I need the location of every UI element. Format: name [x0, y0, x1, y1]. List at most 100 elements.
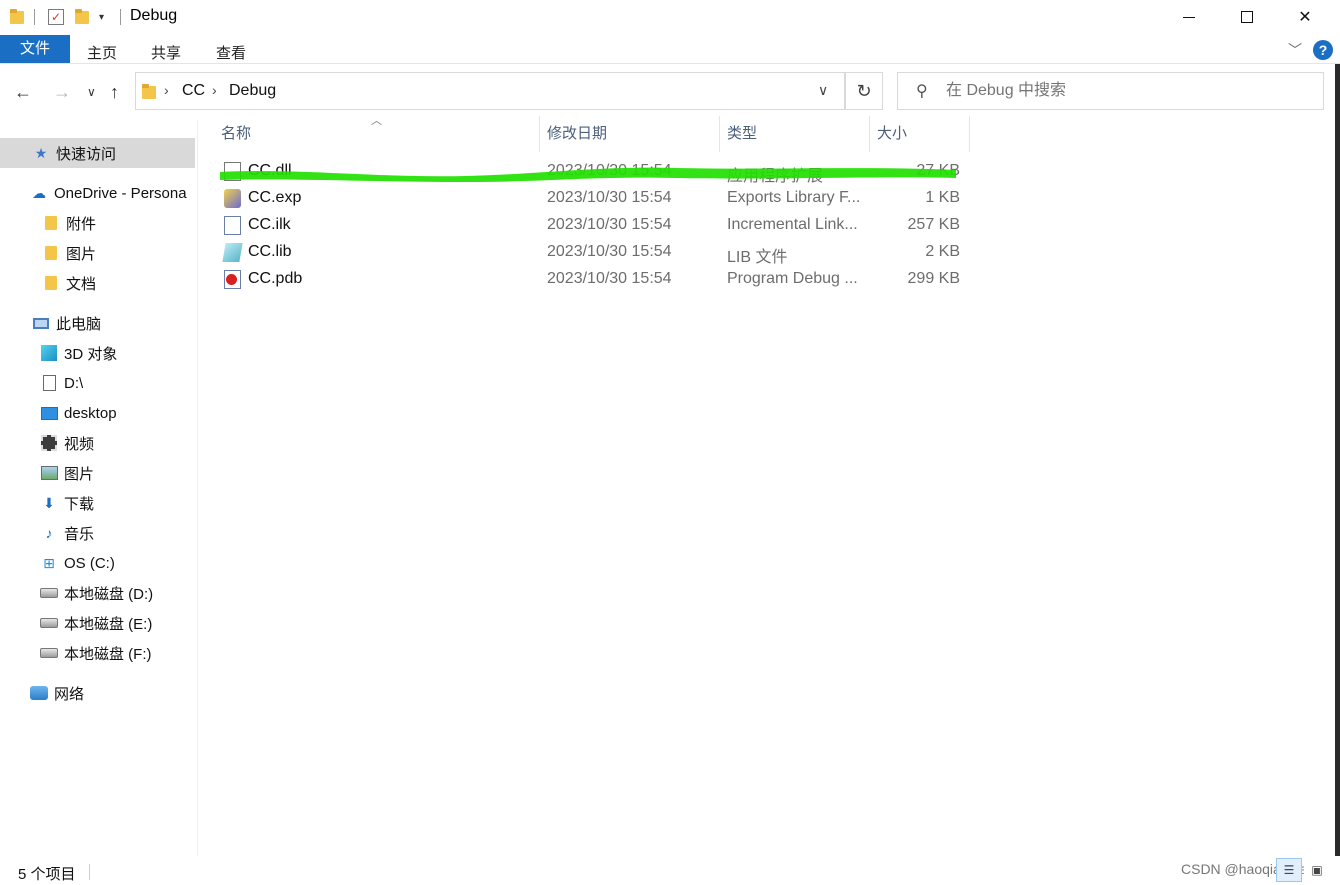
file-name: CC.ilk [248, 216, 291, 233]
address-dropdown-icon[interactable]: ∨ [818, 82, 828, 99]
expand-ribbon-chevron-icon[interactable]: ﹀ [1288, 40, 1302, 60]
sidebar-item-quick-access[interactable]: ★ 快速访问 [0, 138, 195, 168]
tab-home[interactable]: 主页 [87, 42, 117, 63]
folder-icon [142, 84, 156, 100]
search-box[interactable]: ⚲ [897, 72, 1324, 110]
sidebar-item-label: 快速访问 [56, 145, 117, 163]
sidebar-item-documents[interactable]: 文档 [0, 268, 195, 298]
sidebar-item-desktop[interactable]: desktop [0, 398, 195, 428]
folder-icon[interactable] [10, 7, 24, 27]
file-modified: 2023/10/30 15:54 [547, 216, 672, 233]
sidebar-item-d-drive-link[interactable]: D:\ [0, 368, 195, 398]
back-arrow-icon[interactable]: ← [14, 82, 32, 103]
hard-drive-icon [40, 614, 58, 632]
column-header-type[interactable]: 类型 [727, 120, 757, 148]
large-icons-view-icon[interactable]: ▣ [1304, 858, 1330, 882]
search-icon: ⚲ [916, 83, 928, 100]
folder-icon [42, 274, 60, 292]
sidebar-item-onedrive-pictures[interactable]: 图片 [0, 238, 195, 268]
sidebar-item-label: 图片 [64, 465, 95, 483]
sidebar-item-label: 本地磁盘 (D:) [64, 585, 154, 603]
column-divider[interactable] [539, 116, 540, 152]
breadcrumb-debug[interactable]: Debug [229, 82, 276, 100]
sidebar-item-label: 附件 [66, 215, 97, 233]
file-size: 2 KB [925, 243, 960, 260]
file-name: CC.dll [248, 162, 292, 179]
file-type: Exports Library F... [727, 189, 861, 206]
sidebar-item-downloads[interactable]: ⬇ 下载 [0, 488, 195, 518]
column-divider[interactable] [719, 116, 720, 152]
ribbon-tabs: 文件 主页 共享 查看 ﹀ [0, 34, 1340, 64]
up-arrow-icon[interactable]: ↑ [110, 82, 119, 103]
download-arrow-icon: ⬇ [43, 494, 55, 511]
sidebar-item-pictures[interactable]: 图片 [0, 458, 195, 488]
sidebar-item-c-drive[interactable]: ⊞ OS (C:) [0, 548, 195, 578]
search-input[interactable] [946, 81, 1306, 101]
sidebar-item-label: 音乐 [64, 525, 95, 543]
navigation-pane: ★ 快速访问 ☁ OneDrive - Persona 附件 图片 文档 此电脑… [0, 120, 198, 856]
sidebar-item-label: 本地磁盘 (F:) [64, 645, 152, 663]
desktop-icon [40, 404, 58, 422]
minimize-button[interactable] [1160, 0, 1218, 34]
sidebar-item-label: 网络 [54, 685, 85, 703]
sidebar-item-3d-objects[interactable]: 3D 对象 [0, 338, 195, 368]
breadcrumb-chevron-icon[interactable]: › [212, 82, 217, 98]
refresh-button[interactable]: ↻ [845, 72, 883, 110]
column-header-modified[interactable]: 修改日期 [547, 120, 607, 148]
folder-icon [42, 244, 60, 262]
properties-icon[interactable]: ✓ [48, 7, 64, 27]
file-type: 应用程序扩展 [727, 168, 824, 185]
refresh-icon: ↻ [856, 81, 872, 101]
forward-arrow-icon[interactable]: → [53, 82, 71, 103]
toolbar-separator [34, 9, 35, 25]
maximize-icon [1241, 11, 1253, 23]
table-row[interactable]: CC.exp 2023/10/30 15:54 Exports Library … [218, 185, 968, 212]
document-icon [40, 374, 58, 392]
details-view-icon[interactable]: ☰ [1276, 858, 1302, 882]
sidebar-item-label: OS (C:) [64, 554, 115, 572]
address-bar[interactable]: › CC › Debug ∨ [135, 72, 845, 110]
sidebar-item-local-disk-e[interactable]: 本地磁盘 (E:) [0, 608, 195, 638]
sort-ascending-icon: ︿ [371, 115, 382, 127]
sidebar-item-attachments[interactable]: 附件 [0, 208, 195, 238]
video-icon [40, 434, 58, 452]
column-header-name[interactable]: 名称 [221, 120, 251, 148]
table-row[interactable]: CC.ilk 2023/10/30 15:54 Incremental Link… [218, 212, 968, 239]
column-header-size[interactable]: 大小 [877, 120, 907, 148]
pictures-icon [40, 464, 58, 482]
sidebar-item-local-disk-f[interactable]: 本地磁盘 (F:) [0, 638, 195, 668]
pdb-file-icon [224, 270, 241, 289]
column-divider[interactable] [869, 116, 870, 152]
new-folder-icon[interactable] [75, 7, 89, 27]
breadcrumb-chevron-icon[interactable]: › [164, 82, 169, 98]
file-name: CC.exp [248, 189, 302, 206]
sidebar-item-videos[interactable]: 视频 [0, 428, 195, 458]
cloud-icon: ☁ [32, 184, 46, 201]
sidebar-item-this-pc[interactable]: 此电脑 [0, 308, 195, 338]
sidebar-item-label: 此电脑 [56, 315, 102, 333]
maximize-button[interactable] [1218, 0, 1276, 34]
sidebar-item-onedrive[interactable]: ☁ OneDrive - Persona [0, 178, 195, 208]
file-size: 299 KB [907, 270, 960, 287]
sidebar-item-local-disk-d[interactable]: 本地磁盘 (D:) [0, 578, 195, 608]
table-row[interactable]: CC.lib 2023/10/30 15:54 LIB 文件 2 KB [218, 239, 968, 266]
file-size: 27 KB [916, 162, 960, 179]
close-button[interactable]: ✕ [1276, 0, 1334, 34]
star-icon: ★ [34, 144, 48, 161]
breadcrumb-cc[interactable]: CC [182, 82, 205, 100]
tab-file[interactable]: 文件 [0, 35, 70, 63]
file-type: LIB 文件 [727, 249, 788, 266]
sidebar-item-network[interactable]: 网络 [0, 678, 195, 708]
sidebar-item-label: D:\ [64, 374, 84, 392]
tab-view[interactable]: 查看 [216, 42, 246, 63]
sidebar-item-music[interactable]: ♪ 音乐 [0, 518, 195, 548]
table-row[interactable]: CC.dll 2023/10/30 15:54 应用程序扩展 27 KB [218, 158, 968, 185]
column-divider[interactable] [969, 116, 970, 152]
tab-share[interactable]: 共享 [151, 42, 181, 63]
table-row[interactable]: CC.pdb 2023/10/30 15:54 Program Debug ..… [218, 266, 968, 293]
recent-locations-chevron-icon[interactable]: ∨ [87, 85, 96, 99]
sidebar-item-label: 文档 [66, 275, 97, 293]
help-icon[interactable]: ? [1313, 40, 1333, 60]
hard-drive-icon [40, 584, 58, 602]
customize-quick-access-icon[interactable]: ▾ [99, 7, 104, 27]
